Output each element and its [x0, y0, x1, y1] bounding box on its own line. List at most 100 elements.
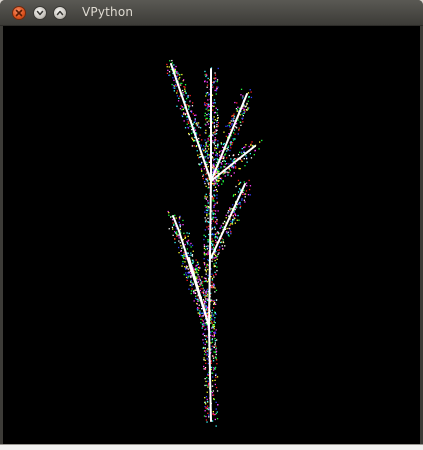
particle	[204, 269, 206, 271]
particle	[238, 127, 240, 129]
particle	[173, 85, 175, 87]
particle	[204, 195, 206, 197]
minimize-button[interactable]	[33, 6, 47, 20]
particle	[217, 143, 219, 145]
particle	[238, 183, 240, 185]
particle	[215, 90, 218, 92]
vpython-scene-canvas[interactable]	[3, 26, 420, 444]
particle	[204, 70, 206, 73]
particle	[199, 267, 201, 269]
particle	[205, 295, 207, 297]
particle	[220, 143, 223, 145]
particle	[204, 254, 206, 256]
particle	[193, 139, 195, 141]
particle	[217, 404, 219, 406]
particle	[199, 134, 201, 136]
particle	[211, 277, 214, 280]
particle	[206, 306, 208, 308]
particle	[211, 348, 213, 350]
particle	[259, 141, 261, 143]
particle	[212, 234, 214, 236]
particle	[184, 268, 187, 270]
particle	[235, 206, 237, 208]
particle	[197, 309, 199, 311]
particle	[176, 71, 178, 73]
particle	[196, 264, 198, 266]
particle	[181, 255, 184, 257]
particle	[212, 169, 214, 171]
particle	[200, 168, 203, 170]
particle	[240, 205, 242, 207]
particle	[217, 122, 219, 124]
particle	[214, 89, 216, 92]
particle	[166, 72, 169, 74]
particle	[232, 139, 235, 141]
particle	[206, 155, 208, 158]
particle	[215, 329, 217, 331]
particle	[214, 221, 217, 224]
particle	[228, 124, 230, 126]
particle	[193, 292, 195, 294]
particle	[171, 226, 174, 228]
particle	[203, 244, 205, 246]
particle	[203, 181, 206, 183]
particle	[195, 295, 197, 297]
particle	[213, 204, 215, 207]
particle	[233, 117, 235, 119]
particle	[230, 120, 232, 122]
particle	[250, 157, 253, 159]
particle	[215, 262, 217, 264]
particle	[203, 234, 205, 236]
particle	[227, 234, 230, 236]
particle	[213, 122, 215, 124]
title-bar[interactable]: VPython	[0, 0, 423, 26]
particle	[193, 145, 195, 147]
particle	[223, 160, 225, 162]
particle	[205, 124, 207, 126]
particle	[207, 309, 209, 311]
particle	[204, 115, 206, 117]
particle	[201, 291, 203, 293]
particle	[198, 163, 200, 165]
particle	[212, 183, 214, 186]
particle	[203, 350, 206, 352]
particle	[218, 177, 220, 179]
particle	[207, 182, 209, 184]
close-button[interactable]	[12, 6, 26, 20]
particle	[215, 154, 217, 156]
particle	[213, 99, 216, 101]
particle	[213, 319, 215, 321]
particle	[168, 66, 170, 68]
particle	[233, 172, 235, 174]
particle	[216, 197, 218, 199]
particle	[230, 220, 232, 222]
particle	[247, 107, 249, 109]
particle	[194, 119, 196, 121]
particle	[213, 112, 216, 114]
particle	[178, 237, 180, 239]
particle	[214, 147, 216, 149]
particle	[206, 196, 208, 198]
maximize-button[interactable]	[53, 6, 67, 20]
particle	[215, 425, 217, 427]
particle	[232, 120, 234, 122]
particle	[217, 231, 219, 233]
particle	[207, 241, 209, 243]
particle	[237, 153, 240, 156]
particle	[199, 283, 201, 285]
particle	[193, 291, 195, 293]
particle	[219, 247, 221, 249]
minimize-icon	[36, 10, 44, 16]
particle	[183, 232, 185, 234]
particle	[166, 66, 168, 68]
particle	[204, 319, 206, 321]
particle	[215, 147, 217, 150]
particle	[201, 315, 203, 317]
particle	[191, 254, 194, 256]
particle	[231, 123, 233, 125]
particle	[234, 163, 237, 165]
particle	[212, 258, 214, 260]
particle	[215, 93, 217, 95]
particle	[233, 211, 235, 213]
particle	[216, 80, 218, 83]
